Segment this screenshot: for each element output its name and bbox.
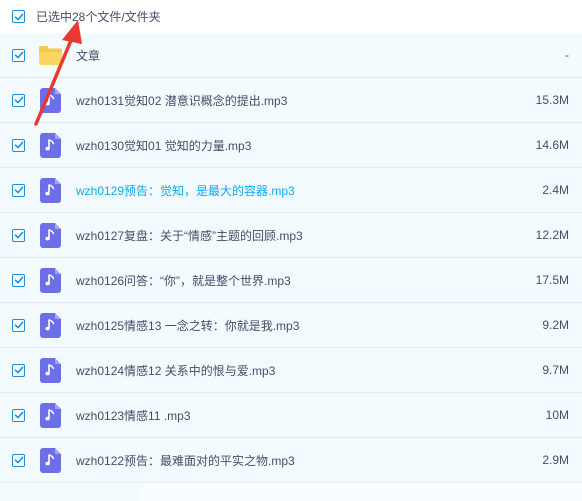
- file-size: 2.9M: [542, 453, 569, 467]
- checkmark-icon: [14, 411, 23, 419]
- audio-file-icon: [38, 357, 63, 383]
- select-all-checkbox[interactable]: [12, 10, 25, 23]
- file-name-link[interactable]: wzh0124情感12 关系中的恨与爱.mp3: [76, 362, 275, 379]
- music-note-icon: [40, 357, 61, 383]
- checkmark-icon: [14, 141, 23, 149]
- file-size: -: [565, 48, 569, 62]
- row-checkbox[interactable]: [12, 228, 25, 242]
- file-row[interactable]: wzh0130觉知01 觉知的力量.mp3 14.6M: [0, 123, 582, 168]
- file-row[interactable]: wzh0124情感12 关系中的恨与爱.mp3 9.7M: [0, 348, 582, 393]
- music-note-icon: [40, 267, 61, 293]
- row-checkbox[interactable]: [12, 408, 25, 422]
- file-size: 9.2M: [542, 318, 569, 332]
- music-note-icon: [40, 402, 61, 428]
- checkmark-icon: [14, 186, 23, 194]
- music-note-icon: [40, 177, 61, 203]
- selection-header: 已选中28个文件/文件夹: [0, 0, 582, 33]
- file-row[interactable]: wzh0127复盘：关于“情感”主题的回顾.mp3 12.2M: [0, 213, 582, 258]
- file-row[interactable]: wzh0125情感13 一念之转：你就是我.mp3 9.2M: [0, 303, 582, 348]
- file-name-link[interactable]: wzh0131觉知02 潜意识概念的提出.mp3: [76, 92, 287, 109]
- audio-file-icon: [38, 402, 63, 428]
- row-checkbox[interactable]: [12, 273, 25, 287]
- file-name-link[interactable]: wzh0130觉知01 觉知的力量.mp3: [76, 137, 251, 154]
- checkmark-icon: [14, 13, 23, 20]
- audio-file-icon: [38, 267, 63, 293]
- music-note-icon: [40, 447, 61, 473]
- folder-icon: [38, 43, 63, 68]
- row-checkbox[interactable]: [12, 453, 25, 467]
- file-name-link[interactable]: 文章: [76, 47, 100, 64]
- file-name-link[interactable]: wzh0122预告：最难面对的平实之物.mp3: [76, 452, 295, 469]
- audio-file-icon: [38, 132, 63, 158]
- file-row[interactable]: wzh0123情感11 .mp3 10M: [0, 393, 582, 438]
- audio-file-icon: [38, 447, 63, 473]
- music-note-icon: [40, 132, 61, 158]
- file-name-link[interactable]: wzh0129预告：觉知，是最大的容器.mp3: [76, 182, 295, 199]
- file-row[interactable]: wzh0129预告：觉知，是最大的容器.mp3 2.4M: [0, 168, 582, 213]
- file-name-link[interactable]: wzh0123情感11 .mp3: [76, 407, 191, 424]
- file-size: 14.6M: [535, 138, 569, 152]
- row-checkbox[interactable]: [12, 363, 25, 377]
- file-name-link[interactable]: wzh0125情感13 一念之转：你就是我.mp3: [76, 317, 299, 334]
- file-size: 10M: [545, 408, 569, 422]
- row-checkbox[interactable]: [12, 318, 25, 332]
- audio-file-icon: [38, 312, 63, 338]
- file-size: 12.2M: [535, 228, 569, 242]
- file-row[interactable]: 文章 -: [0, 33, 582, 78]
- checkmark-icon: [14, 366, 23, 374]
- checkmark-icon: [14, 321, 23, 329]
- file-size: 17.5M: [535, 273, 569, 287]
- row-checkbox[interactable]: [12, 93, 25, 107]
- music-note-icon: [40, 87, 61, 113]
- checkmark-icon: [14, 51, 23, 59]
- file-name-link[interactable]: wzh0127复盘：关于“情感”主题的回顾.mp3: [76, 227, 303, 244]
- music-note-icon: [40, 312, 61, 338]
- row-checkbox[interactable]: [12, 183, 25, 197]
- file-row[interactable]: wzh0131觉知02 潜意识概念的提出.mp3 15.3M: [0, 78, 582, 123]
- row-checkbox[interactable]: [12, 138, 25, 152]
- audio-file-icon: [38, 177, 63, 203]
- checkmark-icon: [14, 231, 23, 239]
- file-size: 2.4M: [542, 183, 569, 197]
- checkmark-icon: [14, 276, 23, 284]
- file-size: 15.3M: [535, 93, 569, 107]
- file-row[interactable]: wzh0122预告：最难面对的平实之物.mp3 2.9M: [0, 438, 582, 483]
- selection-count-label: 已选中28个文件/文件夹: [36, 10, 161, 24]
- file-list: 文章 - wzh0131觉知02 潜意识概念的提出.mp3 15.3M wzh0130觉…: [0, 33, 582, 483]
- checkmark-icon: [14, 96, 23, 104]
- file-size: 9.7M: [542, 363, 569, 377]
- list-footer: [0, 484, 582, 501]
- file-row[interactable]: wzh0126问答：“你”，就是整个世界.mp3 17.5M: [0, 258, 582, 303]
- audio-file-icon: [38, 87, 63, 113]
- audio-file-icon: [38, 222, 63, 248]
- checkmark-icon: [14, 456, 23, 464]
- file-name-link[interactable]: wzh0126问答：“你”，就是整个世界.mp3: [76, 272, 291, 289]
- row-checkbox[interactable]: [12, 48, 25, 62]
- music-note-icon: [40, 222, 61, 248]
